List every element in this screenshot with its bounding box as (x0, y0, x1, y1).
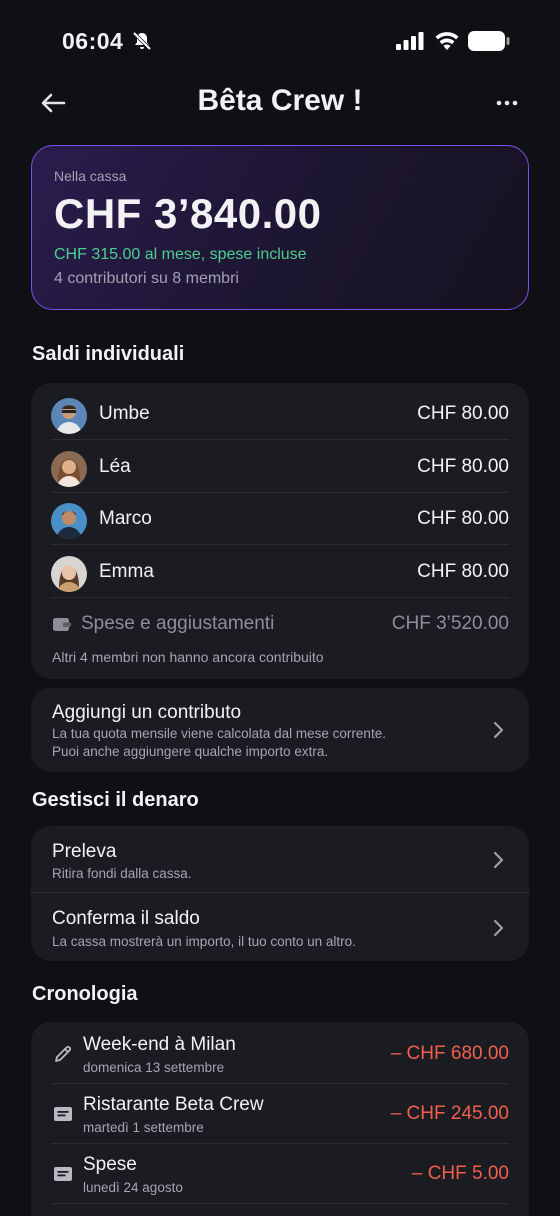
avatar (51, 451, 87, 487)
expenses-amount: CHF 3’520.00 (391, 613, 509, 634)
member-amount: CHF 80.00 (417, 403, 509, 424)
cash-amount: CHF 3’840.00 (54, 190, 322, 237)
monthly-quota: CHF 315.00 al mese, spese incluse (54, 246, 307, 263)
more-icon[interactable] (494, 90, 520, 116)
add-contribution-title: Aggiungi un contributo (52, 702, 242, 723)
add-contribution-sub: Puoi anche aggiungere qualche importo ex… (52, 744, 329, 759)
expenses-row[interactable]: Spese e aggiustamenti CHF 3’520.00 (51, 598, 509, 650)
wallet-icon (53, 618, 71, 631)
confirm-balance-button[interactable]: Conferma il saldo La cassa mostrerà un i… (31, 893, 529, 961)
history-title: Spese (83, 1154, 137, 1175)
confirm-sub: La cassa mostrerà un importo, il tuo con… (52, 934, 356, 949)
page-title: Bêta Crew ! (197, 84, 363, 117)
balance-row[interactable]: Léa CHF 80.00 (51, 441, 509, 493)
member-amount: CHF 80.00 (417, 508, 509, 529)
expenses-label: Spese e aggiustamenti (81, 613, 275, 634)
balances-footnote: Altri 4 membri non hanno ancora contribu… (52, 649, 324, 665)
manage-section-title: Gestisci il denaro (32, 789, 199, 811)
add-contribution-sub: La tua quota mensile viene calcolata dal… (52, 726, 386, 741)
history-date: lunedì 24 agosto (83, 1180, 183, 1195)
status-bar: 06:04 (0, 0, 560, 84)
history-date: domenica 13 settembre (83, 1060, 225, 1075)
balances-card: Umbe CHF 80.00 Léa CHF 80.00 Marco CHF 8… (31, 383, 529, 679)
add-contribution-button[interactable]: Aggiungi un contributo La tua quota mens… (31, 688, 529, 772)
balance-row[interactable]: Marco CHF 80.00 (51, 493, 509, 545)
signal-icon (396, 32, 424, 50)
member-name: Léa (99, 456, 131, 477)
balance-row[interactable]: Emma CHF 80.00 (51, 546, 509, 598)
history-item[interactable]: Ristarante Beta Crew martedì 1 settembre… (51, 1084, 509, 1144)
manage-card: Preleva Ritira fondi dalla cassa. Confer… (31, 826, 529, 961)
chevron-right-icon (493, 721, 504, 739)
history-item[interactable]: Week-end à Milan domenica 13 settembre –… (51, 1024, 509, 1084)
chevron-right-icon (493, 919, 504, 937)
history-section-title: Cronologia (32, 983, 138, 1005)
history-date: martedì 1 settembre (83, 1120, 204, 1135)
cash-summary-card: Nella cassa CHF 3’840.00 CHF 315.00 al m… (31, 145, 529, 310)
receipt-icon (54, 1167, 72, 1181)
member-name: Umbe (99, 403, 150, 424)
withdraw-button[interactable]: Preleva Ritira fondi dalla cassa. (31, 826, 529, 892)
history-amount: – CHF 680.00 (390, 1043, 509, 1064)
balance-row[interactable]: Umbe CHF 80.00 (51, 388, 509, 440)
confirm-title: Conferma il saldo (52, 908, 200, 929)
pencil-icon (55, 1046, 71, 1062)
member-amount: CHF 80.00 (417, 561, 509, 582)
member-name: Marco (99, 508, 152, 529)
avatar (51, 398, 87, 434)
withdraw-title: Preleva (52, 841, 117, 862)
status-time: 06:04 (62, 28, 124, 54)
chevron-right-icon (493, 851, 504, 869)
cash-label: Nella cassa (54, 168, 127, 184)
member-amount: CHF 80.00 (417, 456, 509, 477)
history-amount: – CHF 5.00 (411, 1163, 509, 1184)
battery-icon (468, 31, 510, 51)
member-name: Emma (99, 561, 154, 582)
withdraw-sub: Ritira fondi dalla cassa. (52, 866, 192, 881)
balances-section-title: Saldi individuali (32, 343, 185, 365)
history-amount: – CHF 245.00 (390, 1103, 509, 1124)
history-card: Week-end à Milan domenica 13 settembre –… (31, 1022, 529, 1216)
avatar (51, 503, 87, 539)
wifi-icon (435, 32, 459, 50)
receipt-icon (54, 1107, 72, 1121)
avatar (51, 556, 87, 592)
bell-slash-icon (132, 31, 152, 51)
history-title: Week-end à Milan (83, 1034, 236, 1055)
history-item[interactable]: Spese lunedì 24 agosto – CHF 5.00 (51, 1144, 509, 1204)
contributors-count: 4 contributori su 8 membri (54, 270, 239, 287)
history-title: Ristarante Beta Crew (83, 1094, 264, 1115)
nav-bar: Bêta Crew ! (0, 80, 560, 128)
